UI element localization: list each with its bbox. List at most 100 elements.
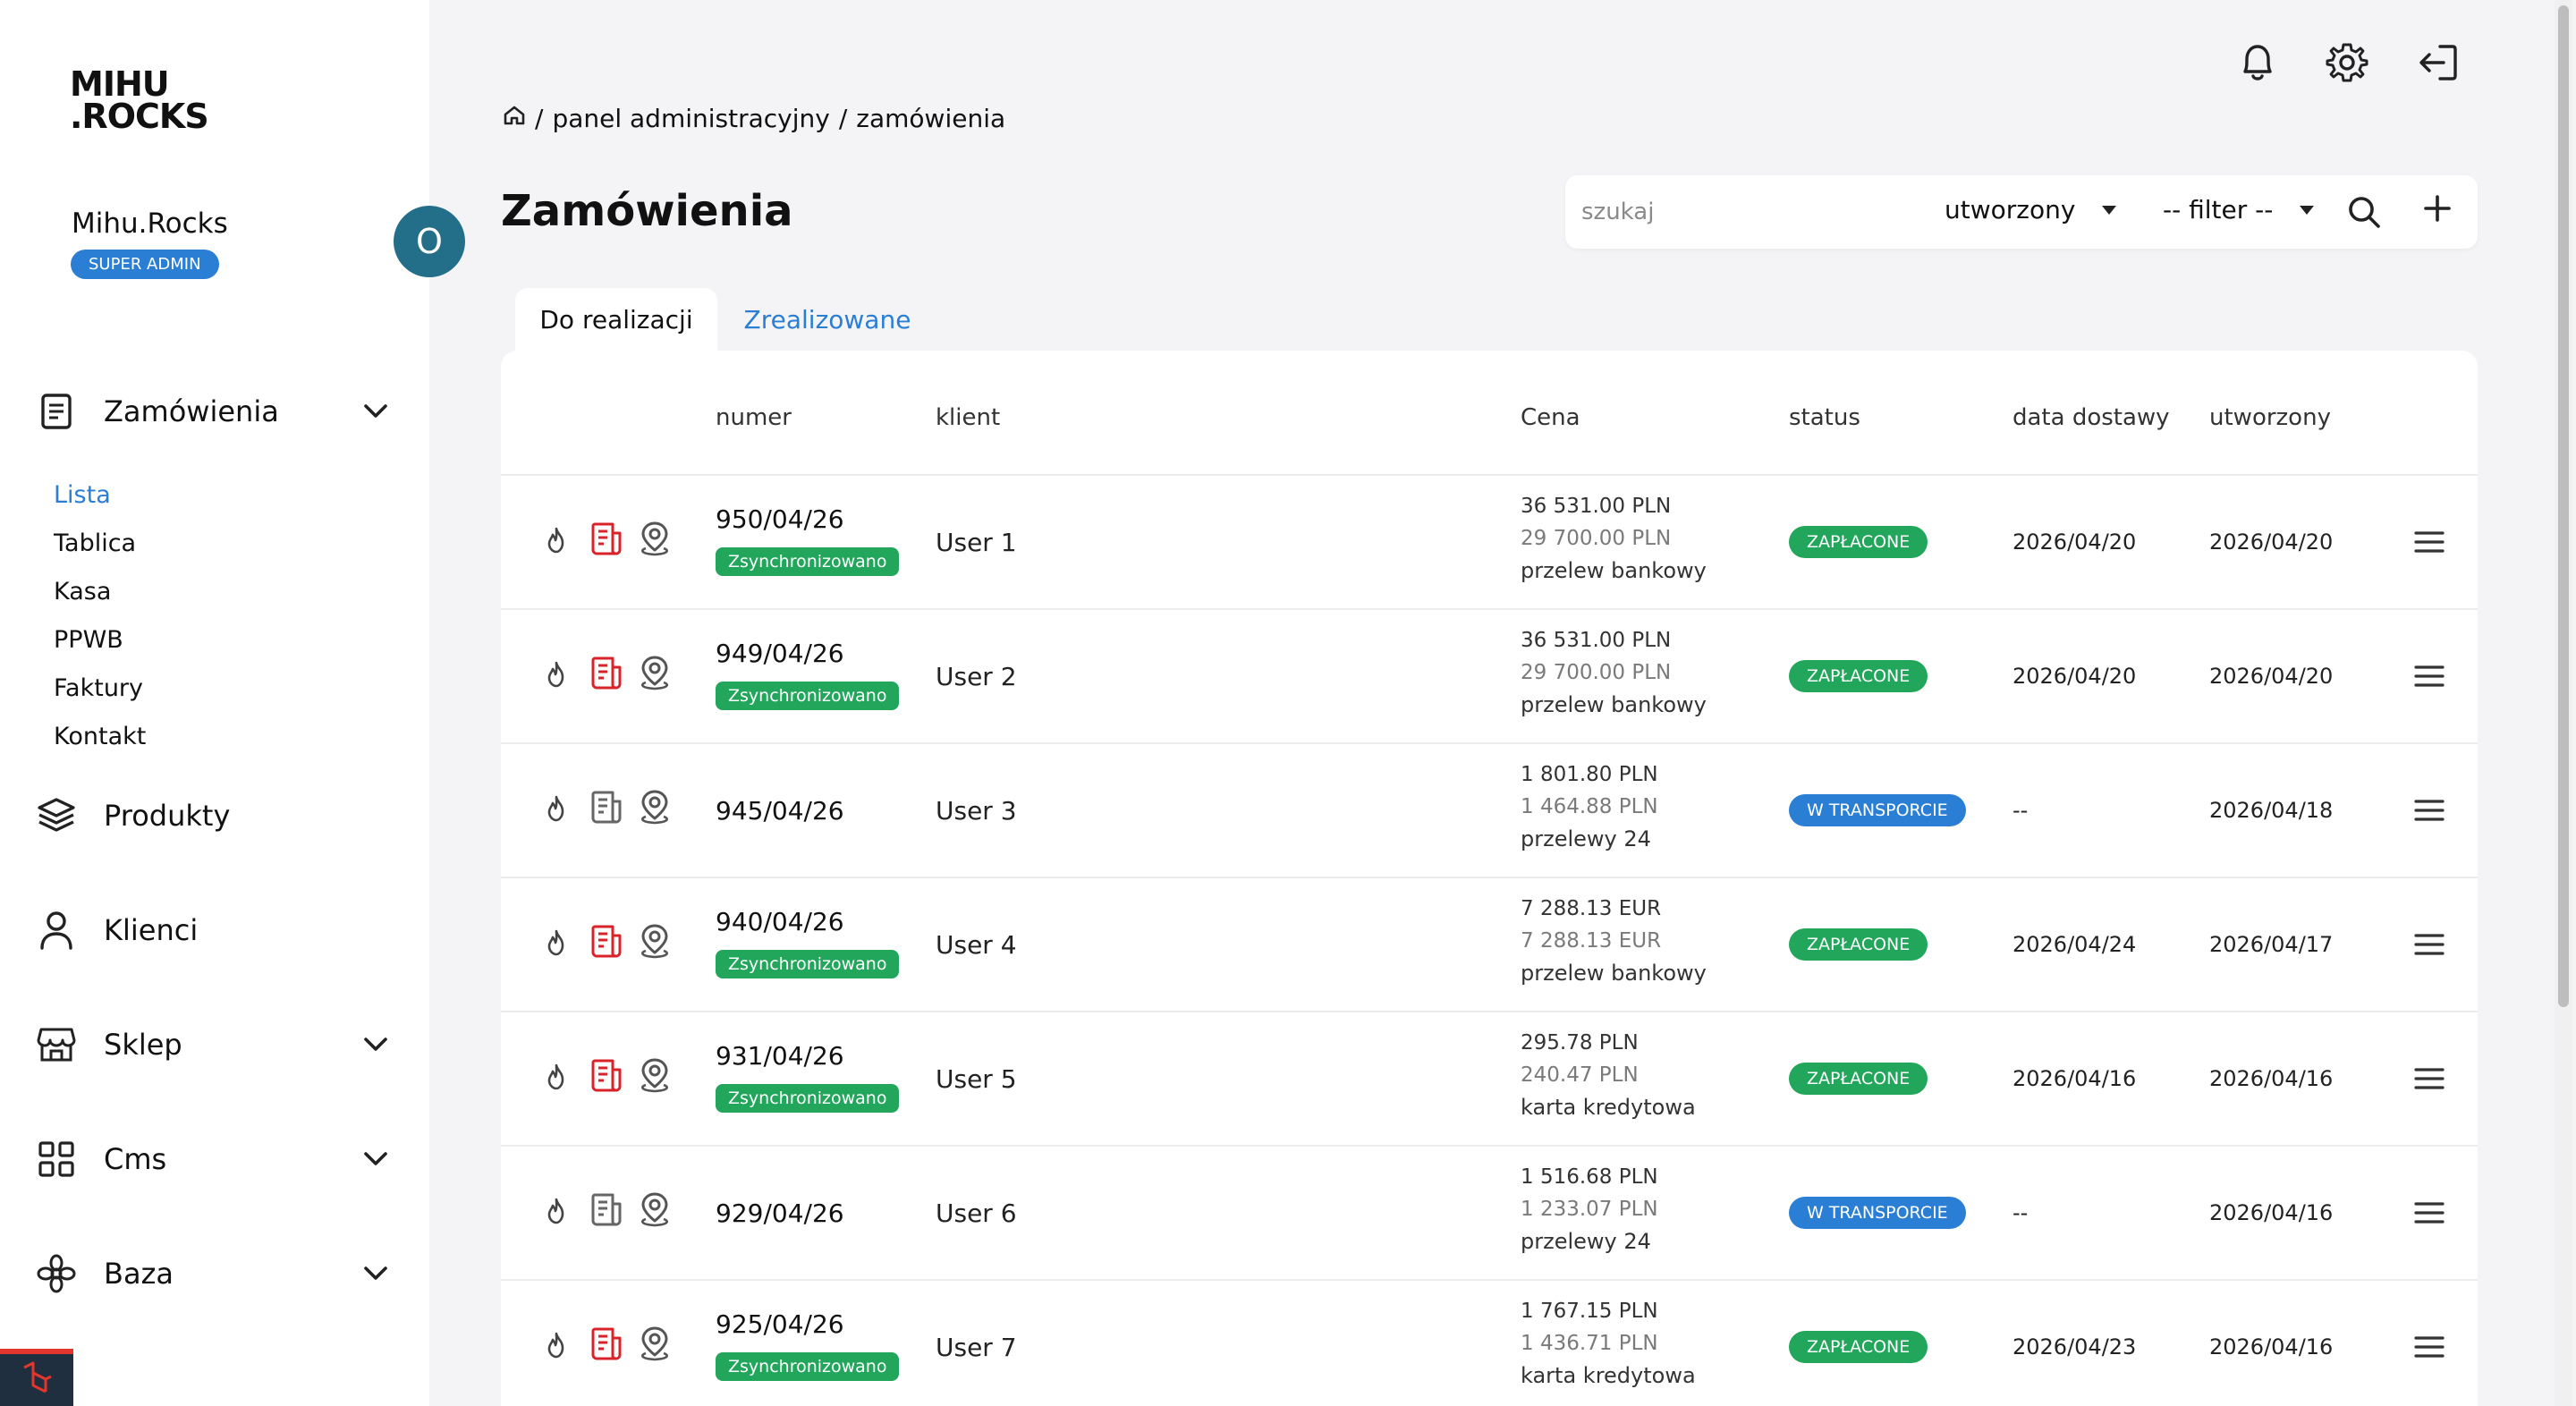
client-name[interactable]: User 7 [936, 1333, 1017, 1362]
filter-select[interactable]: -- filter -- [2163, 195, 2315, 224]
column-header-status[interactable]: status [1789, 404, 1860, 431]
logout-icon[interactable] [2413, 38, 2463, 88]
sidebar-item-cms[interactable]: Cms [36, 1132, 394, 1186]
flame-icon[interactable] [540, 1193, 572, 1229]
scrollbar[interactable] [2555, 0, 2572, 1406]
sidebar-item-sklep[interactable]: Sklep [36, 1018, 394, 1071]
table-row[interactable]: 931/04/26 Zsynchronizowano User 5 295.78… [501, 1011, 2478, 1145]
sidebar-item-klienci[interactable]: Klienci [36, 903, 394, 957]
client-name[interactable]: User 1 [936, 528, 1017, 557]
location-icon[interactable] [635, 921, 674, 961]
sidebar-subitem-ppwb[interactable]: PPWB [54, 626, 123, 654]
sync-badge: Zsynchronizowano [716, 1084, 900, 1113]
column-header-numer[interactable]: numer [716, 404, 792, 431]
location-icon[interactable] [635, 519, 674, 558]
sidebar-subitem-kontakt[interactable]: Kontakt [54, 723, 146, 750]
hamburger-menu-icon[interactable] [2411, 658, 2447, 694]
column-header-cena[interactable]: Cena [1521, 404, 1580, 431]
flame-icon[interactable] [540, 656, 572, 692]
column-header-utworzony[interactable]: utworzony [2209, 404, 2331, 431]
client-name[interactable]: User 3 [936, 796, 1017, 826]
table-row[interactable]: 949/04/26 Zsynchronizowano User 2 36 531… [501, 608, 2478, 742]
hamburger-menu-icon[interactable] [2411, 927, 2447, 962]
invoice-icon[interactable] [587, 1055, 626, 1095]
column-header-klient[interactable]: klient [936, 404, 1000, 431]
order-number[interactable]: 925/04/26 [716, 1309, 844, 1339]
delivery-date: 2026/04/23 [2012, 1334, 2137, 1359]
invoice-icon[interactable] [587, 921, 626, 961]
tab-do-realizacji[interactable]: Do realizacji [515, 288, 717, 351]
table-row[interactable]: 945/04/26 User 3 1 801.80 PLN 1 464.88 P… [501, 742, 2478, 877]
sidebar-item-produkty[interactable]: Produkty [36, 789, 394, 843]
table-row[interactable]: 950/04/26 Zsynchronizowano User 1 36 531… [501, 474, 2478, 608]
tab-zrealizowane[interactable]: Zrealizowane [733, 288, 921, 351]
hamburger-menu-icon[interactable] [2411, 1329, 2447, 1365]
logo[interactable]: MIHU .ROCKS [70, 67, 209, 133]
scrollbar-thumb[interactable] [2558, 5, 2569, 1007]
order-number[interactable]: 949/04/26 [716, 639, 844, 668]
client-name[interactable]: User 2 [936, 662, 1017, 691]
bell-icon[interactable] [2233, 38, 2283, 88]
hamburger-menu-icon[interactable] [2411, 1195, 2447, 1231]
client-name[interactable]: User 5 [936, 1064, 1017, 1094]
location-icon[interactable] [635, 1190, 674, 1229]
invoice-icon[interactable] [587, 519, 626, 558]
plus-icon[interactable] [2417, 188, 2458, 229]
sort-select[interactable]: utworzony [1945, 195, 2117, 224]
order-number[interactable]: 929/04/26 [716, 1198, 844, 1228]
price-gross: 1 767.15 PLN [1521, 1300, 1658, 1323]
debugbar-toggle[interactable] [0, 1349, 73, 1406]
hamburger-menu-icon[interactable] [2411, 524, 2447, 560]
search-toolbar: utworzony -- filter -- [1565, 175, 2478, 249]
hamburger-menu-icon[interactable] [2411, 792, 2447, 828]
sidebar-item-zamowienia[interactable]: Zamówienia [36, 385, 394, 438]
chevron-down-icon[interactable] [358, 1256, 394, 1292]
invoice-icon[interactable] [587, 1324, 626, 1363]
flame-icon[interactable] [540, 791, 572, 826]
invoice-icon[interactable] [587, 787, 626, 826]
order-number[interactable]: 950/04/26 [716, 504, 844, 534]
chevron-down-icon[interactable] [358, 1027, 394, 1063]
flame-icon[interactable] [540, 1327, 572, 1363]
order-number[interactable]: 945/04/26 [716, 796, 844, 826]
location-icon[interactable] [635, 1055, 674, 1095]
order-number[interactable]: 940/04/26 [716, 907, 844, 936]
location-icon[interactable] [635, 1324, 674, 1363]
column-header-data-dostawy[interactable]: data dostawy [2012, 404, 2170, 431]
invoice-icon[interactable] [587, 1190, 626, 1229]
breadcrumb-item[interactable]: panel administracyjny [552, 104, 829, 133]
flame-icon[interactable] [540, 1059, 572, 1095]
search-input[interactable] [1581, 190, 1903, 234]
invoice-icon[interactable] [587, 653, 626, 692]
search-icon[interactable] [2343, 191, 2385, 233]
price-net: 240.47 PLN [1521, 1063, 1639, 1087]
client-name[interactable]: User 4 [936, 930, 1017, 960]
sidebar-item-baza[interactable]: Baza [36, 1247, 394, 1300]
sidebar-subitem-faktury[interactable]: Faktury [54, 674, 143, 702]
client-name[interactable]: User 6 [936, 1198, 1017, 1228]
sidebar-subitem-lista[interactable]: Lista [54, 481, 111, 509]
sync-badge: Zsynchronizowano [716, 1352, 900, 1381]
table-row[interactable]: 929/04/26 User 6 1 516.68 PLN 1 233.07 P… [501, 1145, 2478, 1279]
table-row[interactable]: 940/04/26 Zsynchronizowano User 4 7 288.… [501, 877, 2478, 1011]
avatar[interactable]: O [394, 206, 465, 277]
page-title: Zamówienia [501, 186, 793, 236]
created-date: 2026/04/16 [2209, 1066, 2334, 1091]
table-row[interactable]: 925/04/26 Zsynchronizowano User 7 1 767.… [501, 1279, 2478, 1406]
sidebar-subitem-kasa[interactable]: Kasa [54, 578, 111, 606]
chevron-down-icon[interactable] [358, 394, 394, 429]
payment-method: karta kredytowa [1521, 1363, 1696, 1388]
chevron-down-icon[interactable] [358, 1141, 394, 1177]
sidebar-subitem-tablica[interactable]: Tablica [54, 529, 136, 557]
flame-icon[interactable] [540, 925, 572, 961]
created-date: 2026/04/20 [2209, 529, 2334, 555]
hamburger-menu-icon[interactable] [2411, 1061, 2447, 1097]
location-icon[interactable] [635, 653, 674, 692]
price-gross: 1 516.68 PLN [1521, 1165, 1658, 1189]
flame-icon[interactable] [540, 522, 572, 558]
payment-method: przelew bankowy [1521, 961, 1707, 986]
order-number[interactable]: 931/04/26 [716, 1041, 844, 1071]
home-icon[interactable] [503, 104, 526, 133]
location-icon[interactable] [635, 787, 674, 826]
gear-icon[interactable] [2322, 38, 2372, 88]
